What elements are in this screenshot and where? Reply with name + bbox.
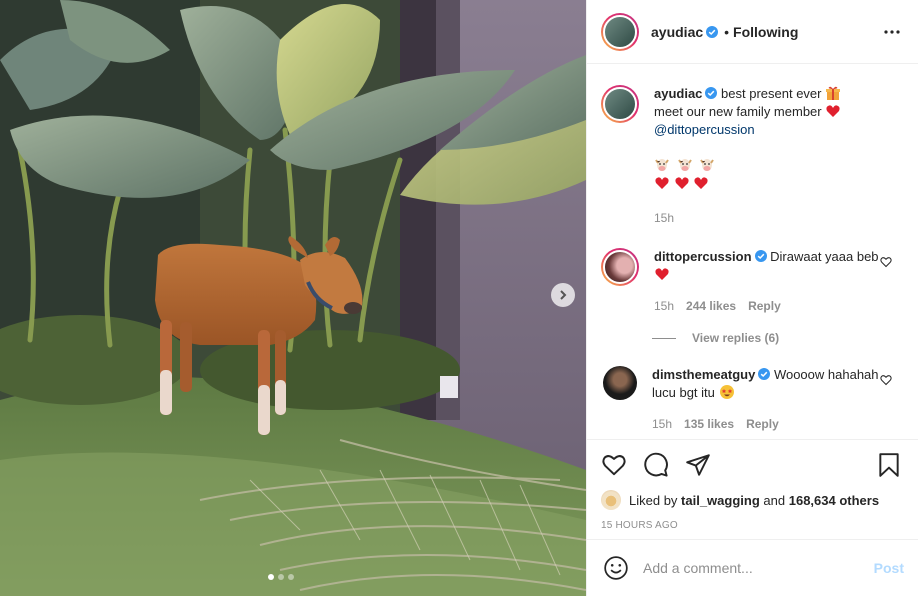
caption-emoji-row-1 [654,157,889,175]
save-bookmark-icon[interactable] [876,452,902,478]
avatar[interactable] [601,248,639,286]
caption-mention-link[interactable]: @dittopercussion [654,122,755,137]
comment-likes-count[interactable]: 135 likes [684,415,734,433]
gift-emoji-icon [826,86,841,100]
photo-calf-in-garden [0,0,586,596]
likes-prefix: Liked by [629,492,678,508]
comment-meta: 15h 135 likes Reply [652,415,887,433]
comment-time[interactable]: 15h [654,297,674,315]
like-heart-icon[interactable] [601,452,627,478]
likes-middle: and [763,492,786,508]
avatar[interactable] [601,85,639,123]
view-replies-label: View replies (6) [692,331,780,345]
view-replies-button[interactable]: View replies (6) [652,331,902,345]
comment-item: dittopercussion Dirawaat yaaa beb 15h 24… [601,248,902,315]
add-comment-bar: Post [587,539,918,596]
star-struck-emoji-icon [719,385,734,399]
verified-badge-icon [754,250,767,262]
comment-bubble-icon[interactable] [643,452,669,478]
avatar-image [603,87,637,121]
more-options-button[interactable] [882,22,902,42]
comment-item: dimsthemeatguy Woooow hahahah lucu bgt i… [601,366,902,433]
comments-list[interactable]: ayudiac best present ever meet our new f… [587,65,918,439]
caption-text: ayudiac best present ever meet our new f… [654,85,889,227]
avatar[interactable] [603,366,637,400]
verified-badge-icon [706,25,719,38]
caption: ayudiac best present ever meet our new f… [601,85,902,227]
more-horizontal-icon [884,29,900,34]
instagram-post: ayudiac • Following ayudiac best present… [0,0,918,596]
likes-summary: Liked by tail_wagging and 168,634 others [601,490,902,510]
comment-input[interactable] [643,560,874,576]
red-heart-emoji-icon [826,105,840,117]
post-header: ayudiac • Following [587,0,918,64]
separator-dot: • [724,23,730,40]
carousel-indicator [268,574,294,580]
replies-divider-line [652,337,676,339]
caption-time[interactable]: 15h [654,209,674,227]
carousel-dot [278,574,284,580]
verified-badge-icon [705,87,718,99]
comment-username[interactable]: dittopercussion [654,249,752,264]
cow-face-emoji-icon [677,159,692,171]
chevron-right-icon [560,290,567,300]
post-actions: Liked by tail_wagging and 168,634 others… [587,439,918,531]
avatar-image [603,250,637,284]
comment-text: dittopercussion Dirawaat yaaa beb 15h 24… [654,248,889,315]
red-heart-emoji-icon [674,177,689,189]
avatar-image [603,14,637,49]
like-comment-heart-icon[interactable] [880,374,892,386]
red-heart-emoji-icon [694,177,708,189]
carousel-dot-active [268,574,274,580]
comment-text: dimsthemeatguy Woooow hahahah lucu bgt i… [652,366,887,433]
comment-likes-count[interactable]: 244 likes [686,297,736,315]
red-heart-emoji-icon [655,177,669,189]
post-author-username[interactable]: ayudiac [651,24,703,40]
comment-time[interactable]: 15h [652,415,672,433]
avatar[interactable] [601,12,639,51]
caption-line-2: meet our new family member [654,104,822,119]
caption-meta: 15h [654,209,889,227]
emoji-picker-smile-icon[interactable] [603,555,629,581]
avatar-image [603,366,637,400]
like-comment-heart-icon[interactable] [880,256,892,268]
caption-emoji-row-2 [654,175,889,193]
following-button[interactable]: Following [733,24,798,40]
comment-body: Dirawaat yaaa beb [770,249,879,264]
verified-badge-icon [758,368,771,380]
carousel-dot [288,574,294,580]
next-photo-button[interactable] [551,283,575,307]
red-heart-emoji-icon [655,268,669,280]
post-side-panel: ayudiac • Following ayudiac best present… [586,0,918,596]
caption-username[interactable]: ayudiac [654,86,702,101]
caption-line-1: best present ever [721,86,822,101]
liker-username[interactable]: tail_wagging [681,493,760,508]
post-timestamp[interactable]: 15 HOURS AGO [601,520,902,531]
post-photo[interactable] [0,0,586,596]
comment-meta: 15h 244 likes Reply [654,297,889,315]
comment-username[interactable]: dimsthemeatguy [652,367,755,382]
likes-others-link[interactable]: 168,634 others [789,493,879,508]
comment-reply-button[interactable]: Reply [748,297,781,315]
share-paper-plane-icon[interactable] [685,452,711,478]
post-comment-button[interactable]: Post [874,560,904,576]
cow-face-emoji-icon [700,159,715,171]
comment-reply-button[interactable]: Reply [746,415,779,433]
action-icons-row [601,440,902,490]
cow-face-emoji-icon [655,159,669,171]
liker-avatar[interactable] [601,490,621,510]
